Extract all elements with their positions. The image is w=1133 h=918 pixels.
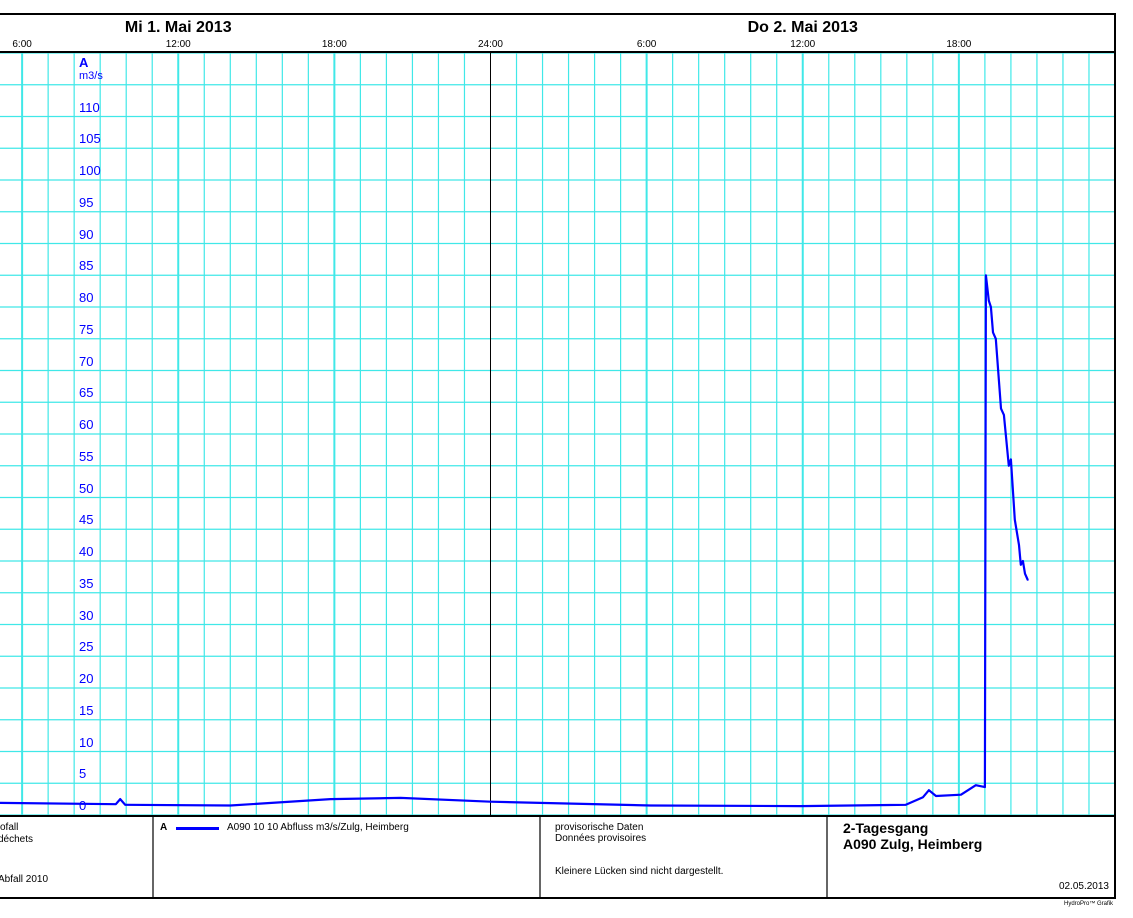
unit-label: m3/s [79,70,103,82]
note-provisional-fr: Données provisoires [555,833,647,844]
y-tick-label: 5 [79,766,87,782]
data-point [229,804,232,807]
y-tick-label: 25 [79,639,94,655]
data-point [960,793,962,796]
y-tick-label: 30 [79,607,94,623]
data-point [1024,572,1026,575]
data-point [935,795,937,797]
data-point [114,803,117,806]
y-tick-label: 100 [79,163,101,178]
y-tick-label: 80 [79,290,94,305]
data-point [984,786,986,788]
data-point [985,274,987,277]
data-point [990,306,992,308]
y-tick-label: 45 [79,512,94,528]
y-tick-label: 60 [79,417,94,432]
data-point [974,784,977,786]
y-tick-label: 35 [79,575,94,591]
time-tick-label: 6:00 [636,39,657,50]
data-point [1018,544,1020,546]
chart-title: 2-Tagesgang [843,820,929,836]
time-tick-label: 18:00 [321,39,347,50]
y-tick-label: 65 [79,385,94,401]
y-tick-label: 90 [79,226,94,242]
legend-letter: A [160,822,168,833]
y-tick-label: 0 [79,798,87,813]
station-name: A090 Zulg, Heimberg [843,836,983,852]
y-tick-label: 50 [79,480,94,496]
print-date: 02.05.2013 [1058,881,1109,892]
data-point [649,804,652,807]
y-tick-label: 85 [79,258,94,274]
footer-left-line-3: Abfall 2010 [0,874,49,885]
footer-left-line-2: déchets [0,834,34,845]
note-provisional-de: provisorische Daten [555,822,644,833]
y-tick-label: 10 [79,734,94,750]
chart [0,13,1116,899]
data-point [922,796,924,799]
time-tick-label: 12:00 [790,39,816,50]
data-point [1022,560,1024,562]
credit: HydroPro™ Grafik [1063,901,1113,907]
data-point [1027,579,1029,581]
y-tick-label: 75 [79,321,94,337]
y-tick-label: 55 [79,448,94,464]
data-point [928,789,930,792]
data-point [1020,564,1022,566]
series-line [0,274,1029,808]
time-tick-label: 18:00 [946,39,972,50]
data-point [904,804,907,806]
time-tick-label: 12:00 [165,39,191,50]
data-point [1003,414,1005,416]
data-point [1014,518,1016,521]
y-tick-label: 105 [79,131,101,147]
data-point [1008,464,1010,467]
data-point [124,804,126,806]
date-label: Do 2. Mai 2013 [747,19,858,36]
y-tick-label: 95 [79,194,94,210]
legend-line-swatch [176,827,219,830]
y-tick-label: 15 [79,702,94,718]
y-tick-label: 40 [79,544,94,559]
date-label: Mi 1. Mai 2013 [124,19,232,36]
data-point [1010,458,1012,461]
time-tick-label: 6:00 [12,39,32,50]
footer-left-line-1: ofall [0,822,19,833]
note-gaps: Kleinere Lücken sind nicht dargestellt. [555,866,724,877]
data-point [992,331,994,334]
data-point [799,805,802,807]
y-tick-label: 110 [79,99,100,115]
series-letter: A [79,55,89,70]
data-point [399,797,402,799]
data-point [489,800,492,803]
legend-label: A090 10 10 Abfluss m3/s/Zulg, Heimberg [227,822,409,833]
data-point [329,798,332,800]
y-tick-label: 70 [79,353,94,369]
data-point [987,299,990,302]
data-point [995,337,997,340]
time-tick-label: 24:00 [477,39,503,50]
data-point [1000,407,1002,410]
y-tick-label: 20 [79,671,94,686]
data-point [119,798,122,800]
